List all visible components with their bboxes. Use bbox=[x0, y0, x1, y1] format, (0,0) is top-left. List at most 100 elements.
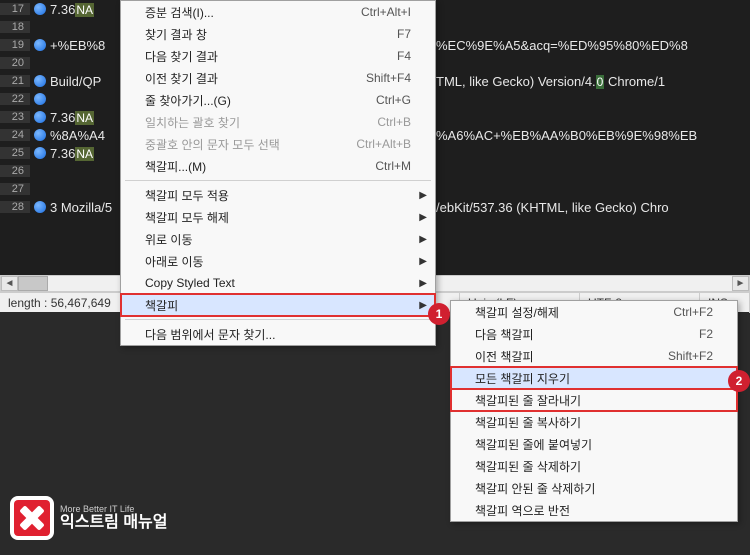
code-text-right: %EC%9E%A5&acq=%ED%95%80%ED%8 bbox=[436, 38, 688, 53]
menu-item-shortcut: F4 bbox=[397, 49, 411, 63]
menu-item-label: 다음 범위에서 문자 찾기... bbox=[145, 326, 411, 343]
menu-item-label: 책갈피 역으로 반전 bbox=[475, 502, 713, 519]
bookmark-submenu-item-7[interactable]: 책갈피된 줄 삭제하기 bbox=[451, 455, 737, 477]
search-menu-item-4[interactable]: 줄 찾아가기...(G) Ctrl+G bbox=[121, 89, 435, 111]
menu-separator bbox=[125, 319, 431, 320]
code-text-left: 7.36NA bbox=[50, 2, 94, 17]
bookmark-submenu-item-1[interactable]: 다음 책갈피 F2 bbox=[451, 323, 737, 345]
logo-subtitle: More Better IT Life bbox=[60, 504, 168, 514]
code-text-right: TML, like Gecko) Version/4.0 Chrome/1 bbox=[436, 74, 665, 89]
search-menu-item-7[interactable]: 책갈피...(M) Ctrl+M bbox=[121, 155, 435, 177]
menu-item-label: 책갈피된 줄 삭제하기 bbox=[475, 458, 713, 475]
menu-item-label: 다음 책갈피 bbox=[475, 326, 659, 343]
line-number: 19 bbox=[0, 39, 30, 51]
menu-item-label: 책갈피된 줄 잘라내기 bbox=[475, 392, 713, 409]
annotation-badge-1: 1 bbox=[428, 303, 450, 325]
submenu-arrow-icon: ▶ bbox=[419, 256, 427, 267]
code-text-left: +%EB%8 bbox=[50, 38, 105, 53]
annotation-badge-2: 2 bbox=[728, 370, 750, 392]
menu-item-label: 책갈피 안된 줄 삭제하기 bbox=[475, 480, 713, 497]
menu-item-label: 모든 책갈피 지우기 bbox=[475, 370, 713, 387]
menu-item-shortcut: F2 bbox=[699, 327, 713, 341]
submenu-arrow-icon: ▶ bbox=[419, 278, 427, 289]
bookmark-submenu-item-8[interactable]: 책갈피 안된 줄 삭제하기 bbox=[451, 477, 737, 499]
search-menu-item-9[interactable]: 책갈피 모두 적용 ▶ bbox=[121, 184, 435, 206]
menu-item-label: 위로 이동 bbox=[145, 231, 411, 248]
menu-item-label: 이전 책갈피 bbox=[475, 348, 628, 365]
search-menu-item-12[interactable]: 아래로 이동 ▶ bbox=[121, 250, 435, 272]
code-text-right: /ebKit/537.36 (KHTML, like Gecko) Chro bbox=[436, 200, 669, 215]
menu-item-label: 책갈피 bbox=[145, 297, 411, 314]
bookmark-submenu-item-6[interactable]: 책갈피된 줄에 붙여넣기 bbox=[451, 433, 737, 455]
scroll-thumb[interactable] bbox=[18, 276, 48, 291]
menu-item-label: Copy Styled Text bbox=[145, 276, 411, 290]
line-number: 23 bbox=[0, 111, 30, 123]
bookmark-icon[interactable] bbox=[34, 111, 46, 123]
search-menu-item-10[interactable]: 책갈피 모두 해제▶ bbox=[121, 206, 435, 228]
line-number: 26 bbox=[0, 165, 30, 177]
line-number: 18 bbox=[0, 21, 30, 33]
search-menu-item-2[interactable]: 다음 찾기 결과 F4 bbox=[121, 45, 435, 67]
search-menu-item-14[interactable]: 책갈피 ▶ bbox=[121, 294, 435, 316]
bookmark-submenu-item-4[interactable]: 책갈피된 줄 잘라내기 bbox=[451, 389, 737, 411]
menu-item-label: 책갈피된 줄에 붙여넣기 bbox=[475, 436, 713, 453]
menu-item-label: 일치하는 괄호 찾기 bbox=[145, 114, 337, 131]
search-menu-item-13[interactable]: Copy Styled Text ▶ bbox=[121, 272, 435, 294]
code-text-left: Build/QP bbox=[50, 74, 101, 89]
submenu-arrow-icon: ▶ bbox=[419, 190, 427, 201]
search-menu[interactable]: 증분 검색(I)... Ctrl+Alt+I 찾기 결과 창 F7 다음 찾기 결과 F4… bbox=[120, 0, 436, 346]
submenu-arrow-icon: ▶ bbox=[419, 234, 427, 245]
menu-item-label: 다음 찾기 결과 bbox=[145, 48, 357, 65]
menu-item-shortcut: F7 bbox=[397, 27, 411, 41]
bookmark-submenu-item-3[interactable]: 모든 책갈피 지우기 bbox=[451, 367, 737, 389]
bookmark-submenu[interactable]: 책갈피 설정/해제Ctrl+F2 다음 책갈피 F2 이전 책갈피Shift+F2 모든… bbox=[450, 300, 738, 522]
menu-item-label: 증분 검색(I)... bbox=[145, 4, 321, 21]
scroll-right-button[interactable]: ► bbox=[732, 276, 749, 291]
submenu-arrow-icon: ▶ bbox=[419, 212, 427, 223]
scroll-left-button[interactable]: ◄ bbox=[1, 276, 18, 291]
code-text-left: 7.36NA bbox=[50, 146, 94, 161]
menu-item-label: 이전 찾기 결과 bbox=[145, 70, 326, 87]
menu-item-label: 아래로 이동 bbox=[145, 253, 411, 270]
line-number: 25 bbox=[0, 147, 30, 159]
code-text-left: 7.36NA bbox=[50, 110, 94, 125]
menu-item-label: 책갈피...(M) bbox=[145, 158, 335, 175]
bookmark-submenu-item-5[interactable]: 책갈피된 줄 복사하기 bbox=[451, 411, 737, 433]
search-menu-item-16[interactable]: 다음 범위에서 문자 찾기... bbox=[121, 323, 435, 345]
menu-item-shortcut: Ctrl+G bbox=[376, 93, 411, 107]
bookmark-icon[interactable] bbox=[34, 39, 46, 51]
menu-item-label: 책갈피된 줄 복사하기 bbox=[475, 414, 713, 431]
bookmark-submenu-item-2[interactable]: 이전 책갈피Shift+F2 bbox=[451, 345, 737, 367]
line-number: 24 bbox=[0, 129, 30, 141]
search-menu-item-3[interactable]: 이전 찾기 결과Shift+F4 bbox=[121, 67, 435, 89]
bookmark-submenu-item-0[interactable]: 책갈피 설정/해제Ctrl+F2 bbox=[451, 301, 737, 323]
bookmark-submenu-item-9[interactable]: 책갈피 역으로 반전 bbox=[451, 499, 737, 521]
bookmark-icon[interactable] bbox=[34, 3, 46, 15]
bookmark-icon[interactable] bbox=[34, 129, 46, 141]
logo-icon bbox=[10, 496, 54, 540]
bookmark-icon[interactable] bbox=[34, 93, 46, 105]
menu-item-shortcut: Ctrl+Alt+I bbox=[361, 5, 411, 19]
menu-item-shortcut: Ctrl+M bbox=[375, 159, 411, 173]
watermark-logo: More Better IT Life 익스트림 매뉴얼 bbox=[10, 496, 168, 540]
search-menu-item-0[interactable]: 증분 검색(I)... Ctrl+Alt+I bbox=[121, 1, 435, 23]
search-menu-item-5: 일치하는 괄호 찾기Ctrl+B bbox=[121, 111, 435, 133]
bookmark-icon[interactable] bbox=[34, 75, 46, 87]
line-number: 28 bbox=[0, 201, 30, 213]
submenu-arrow-icon: ▶ bbox=[419, 300, 427, 311]
menu-item-label: 책갈피 설정/해제 bbox=[475, 304, 633, 321]
line-number: 21 bbox=[0, 75, 30, 87]
bookmark-icon[interactable] bbox=[34, 201, 46, 213]
bookmark-icon[interactable] bbox=[34, 147, 46, 159]
line-number: 22 bbox=[0, 93, 30, 105]
menu-item-label: 책갈피 모두 적용 bbox=[145, 187, 411, 204]
menu-item-label: 찾기 결과 창 bbox=[145, 26, 357, 43]
search-menu-item-6: 중괄호 안의 문자 모두 선택Ctrl+Alt+B bbox=[121, 133, 435, 155]
menu-item-label: 줄 찾아가기...(G) bbox=[145, 92, 336, 109]
line-number: 17 bbox=[0, 3, 30, 15]
code-text-right: %A6%AC+%EB%AA%B0%EB%9E%98%EB bbox=[436, 128, 697, 143]
search-menu-item-11[interactable]: 위로 이동 ▶ bbox=[121, 228, 435, 250]
code-text-left: %8A%A4 bbox=[50, 128, 105, 143]
search-menu-item-1[interactable]: 찾기 결과 창 F7 bbox=[121, 23, 435, 45]
line-number: 20 bbox=[0, 57, 30, 69]
